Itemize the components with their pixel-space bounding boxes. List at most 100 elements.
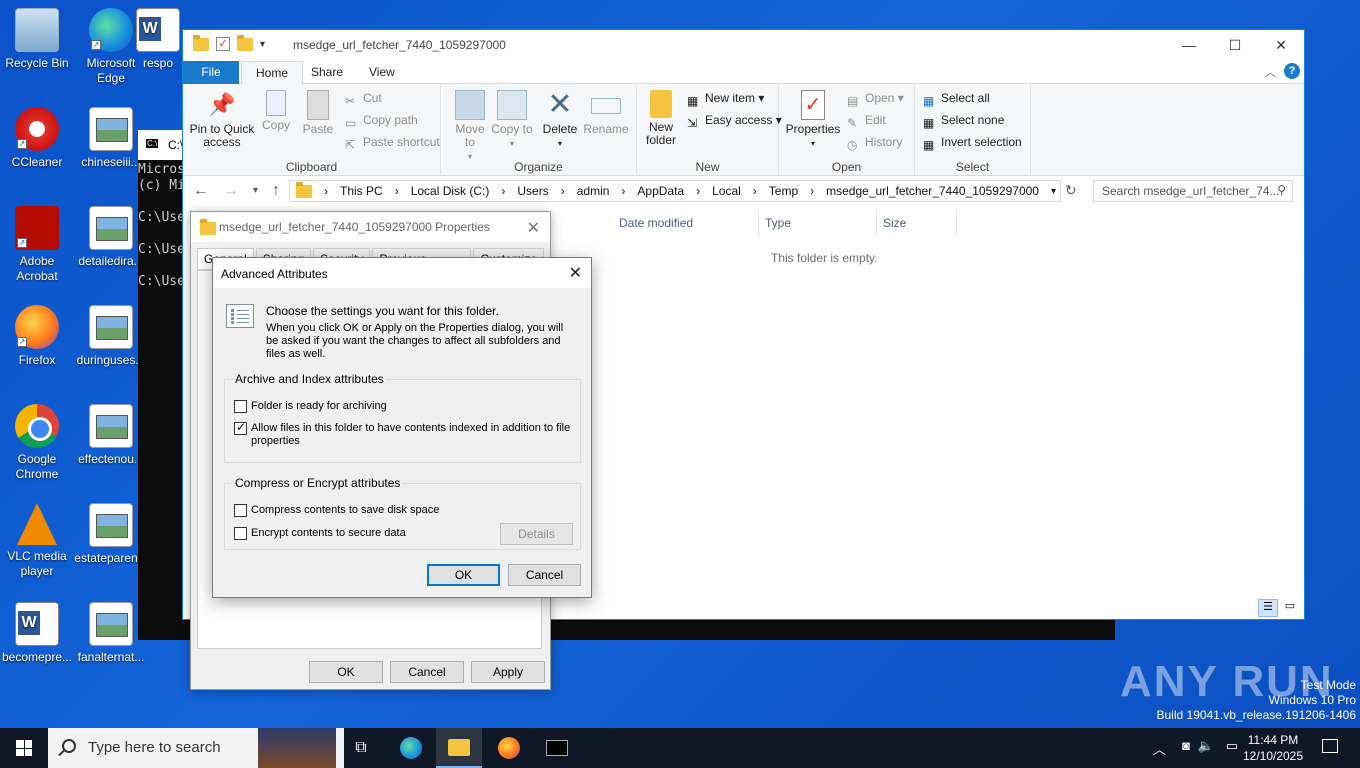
copy-to-button[interactable]: Copy to ▾ [491,88,533,150]
copy-button[interactable]: Copy [257,88,295,132]
properties-button[interactable]: ✓ Properties ▾ [783,88,843,150]
breadcrumb-item[interactable]: Users [517,184,548,198]
start-button[interactable] [0,728,48,768]
show-hidden-icons-icon[interactable]: ︿ [1153,739,1166,758]
paste-shortcut-button[interactable]: ⇱ Paste shortcut [343,132,440,152]
desktop-icon-becomepre[interactable]: becomepre... [0,602,74,665]
desktop-icon-acrobat[interactable]: ↗ Adobe Acrobat [0,206,74,284]
taskbar-file-explorer[interactable] [436,728,482,768]
archiving-checkbox[interactable]: Folder is ready for archiving [234,400,387,413]
encrypt-check-box[interactable] [234,527,247,540]
properties-titlebar[interactable]: msedge_url_fetcher_7440_1059297000 Prope… [191,212,550,242]
cut-button[interactable]: ✂ Cut [343,88,382,108]
search-box[interactable]: Search msedge_url_fetcher_74... ⚲ [1093,180,1293,202]
advanced-titlebar[interactable]: Advanced Attributes ✕ [213,258,591,288]
webcam-icon[interactable]: ◙ [1182,738,1190,753]
notifications-icon[interactable] [1322,739,1338,753]
properties-ok-button[interactable]: OK [309,661,383,683]
indexing-checkbox[interactable]: Allow files in this folder to have conte… [234,421,574,448]
desktop-icon-chrome[interactable]: Google Chrome [0,404,74,482]
copy-path-button[interactable]: ▭ Copy path [343,110,418,130]
desktop-icon-fanalternat[interactable]: fanalternat... [74,602,148,665]
advanced-attributes-dialog[interactable]: Advanced Attributes ✕ Choose the setting… [212,257,592,598]
breadcrumb-item[interactable]: This PC [340,184,383,198]
move-to-button[interactable]: Move to ▾ [449,88,491,163]
address-bar[interactable]: › This PC › Local Disk (C:) › Users › admin… [289,180,1061,202]
compress-check-box[interactable] [234,504,247,517]
search-highlight-image[interactable] [258,728,336,768]
collapse-ribbon-icon[interactable]: ︿ [1265,64,1276,80]
column-date-modified[interactable]: Date modified [613,210,759,236]
maximize-button[interactable]: ☐ [1212,30,1258,60]
properties-cancel-button[interactable]: Cancel [390,661,464,683]
encrypt-checkbox[interactable]: Encrypt contents to secure data [234,527,406,540]
breadcrumb-item[interactable]: admin [577,184,610,198]
forward-arrow-icon[interactable]: → [223,182,239,200]
taskbar-edge[interactable] [388,728,434,768]
column-size[interactable]: Size [877,210,957,236]
tab-view[interactable]: View [355,61,409,84]
archiving-check-box[interactable] [234,400,247,413]
new-folder-quick-icon[interactable] [237,34,253,51]
address-dropdown-icon[interactable]: ▾ [1051,186,1060,197]
back-arrow-icon[interactable]: ← [193,182,209,200]
new-item-button[interactable]: ▦ New item ▾ [685,88,764,108]
delete-button[interactable]: ✕ Delete ▾ [539,88,581,150]
properties-apply-button[interactable]: Apply [471,661,545,683]
desktop-icon-detailedira[interactable]: detailedira... [74,206,148,269]
refresh-icon[interactable]: ↻ [1065,182,1077,199]
breadcrumb-item[interactable]: Local [712,184,741,198]
breadcrumb-item[interactable]: AppData [637,184,684,198]
help-icon[interactable]: ? [1284,63,1300,79]
large-icons-view-icon[interactable]: ▭ [1280,599,1300,617]
desktop-icon-vlc[interactable]: VLC media player [0,503,74,579]
desktop-icon-estateparen[interactable]: estateparen... [74,503,148,566]
customize-quick-access-icon[interactable]: ▾ [260,39,265,50]
advanced-ok-button[interactable]: OK [427,564,500,586]
details-button[interactable]: Details [500,523,573,545]
breadcrumb-item[interactable]: Local Disk (C:) [411,184,490,198]
tab-home[interactable]: Home [241,61,304,85]
desktop-icon-effectenou[interactable]: effectenou... [74,404,148,467]
task-view-button[interactable]: ⧉ [338,728,384,768]
compress-checkbox[interactable]: Compress contents to save disk space [234,504,439,517]
indexing-check-box[interactable] [234,421,247,435]
column-type[interactable]: Type [759,210,877,236]
breadcrumb-item[interactable]: msedge_url_fetcher_7440_1059297000 [826,184,1039,198]
desktop-icon-chineseiii[interactable]: chineseiii... [74,107,148,170]
pin-quick-access-button[interactable]: 📌 Pin to Quick access [187,88,257,149]
new-folder-button[interactable]: New folder [641,88,681,147]
details-view-icon[interactable]: ☰ [1258,599,1278,617]
select-all-button[interactable]: ▦ Select all [921,88,990,108]
advanced-cancel-button[interactable]: Cancel [508,564,581,586]
up-arrow-icon[interactable]: ↑ [272,182,280,200]
open-button[interactable]: ▤ Open ▾ [845,88,904,108]
tab-share[interactable]: Share [297,61,357,84]
select-none-button[interactable]: ▦ Select none [921,110,1004,130]
desktop-icon-recycle-bin[interactable]: Recycle Bin [0,8,74,71]
taskbar-cmd[interactable] [534,728,580,768]
paste-button[interactable]: Paste [299,88,337,136]
minimize-button[interactable]: — [1166,30,1212,60]
desktop-icon-duringuses[interactable]: duringuses... [74,305,148,368]
recent-locations-icon[interactable]: ▾ [253,182,258,200]
properties-close-button[interactable]: ✕ [527,218,540,238]
network-icon[interactable]: ▭ [1226,738,1238,754]
breadcrumb-item[interactable]: Temp [769,184,798,198]
volume-icon[interactable]: 🔈 [1198,738,1214,754]
taskbar-firefox[interactable] [486,728,532,768]
advanced-close-button[interactable]: ✕ [569,263,582,283]
invert-selection-button[interactable]: ▦ Invert selection [921,132,1022,152]
edit-button[interactable]: ✎ Edit [845,110,886,130]
desktop-icon-respo[interactable]: respo [128,8,188,71]
desktop-icon-firefox[interactable]: ↗ Firefox [0,305,74,368]
desktop-icon-ccleaner[interactable]: ↗ CCleaner [0,107,74,170]
rename-button[interactable]: Rename [583,88,629,136]
easy-access-button[interactable]: ⇲ Easy access ▾ [685,110,782,130]
explorer-titlebar[interactable]: ✓ ▾ msedge_url_fetcher_7440_1059297000 —… [183,30,1304,60]
properties-quick-icon[interactable]: ✓ [216,37,230,51]
tab-file[interactable]: File [183,61,239,84]
history-button[interactable]: ◷ History [845,132,902,152]
clock[interactable]: 11:44 PM 12/10/2025 [1238,732,1308,764]
close-button[interactable]: ✕ [1258,30,1304,60]
